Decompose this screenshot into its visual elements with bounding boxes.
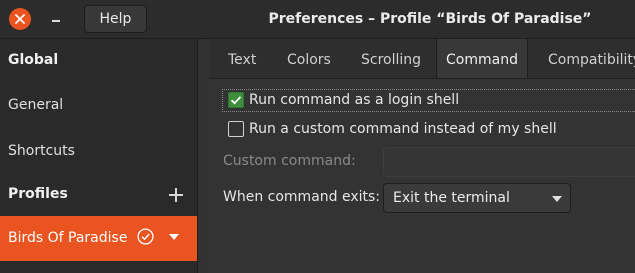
header-bar: Help Preferences – Profile “Birds Of Par… <box>0 0 635 39</box>
tab-command[interactable]: Command <box>436 39 528 78</box>
default-profile-check-icon <box>137 228 154 245</box>
help-button[interactable]: Help <box>84 5 147 33</box>
tab-scrolling[interactable]: Scrolling <box>361 39 421 78</box>
sidebar-item-label: Shortcuts <box>8 143 75 159</box>
global-heading: Global <box>8 52 59 68</box>
profile-label: Birds Of Paradise <box>8 230 128 246</box>
close-icon <box>15 14 25 24</box>
custom-command-checkbox[interactable] <box>228 121 244 137</box>
custom-command-label: Custom command: <box>223 153 356 169</box>
sidebar-heading-profiles: Profiles <box>0 174 197 216</box>
chevron-down-icon <box>552 196 562 202</box>
profile-menu-chevron-down-icon[interactable] <box>169 234 179 240</box>
tab-text[interactable]: Text <box>228 39 256 78</box>
sidebar: Global General Shortcuts Profiles Birds … <box>0 39 197 273</box>
minimize-button[interactable] <box>45 8 67 30</box>
custom-command-input[interactable] <box>383 147 635 177</box>
checkmark-icon <box>230 96 242 105</box>
close-button[interactable] <box>9 8 31 30</box>
tab-compatibility[interactable]: Compatibility <box>548 39 635 78</box>
sidebar-heading-global: Global <box>0 39 197 84</box>
exit-action-select[interactable]: Exit the terminal <box>383 183 571 213</box>
tab-bar: Text Colors Scrolling Command Compatibil… <box>210 39 635 79</box>
exit-action-label: When command exits: <box>223 189 381 205</box>
custom-command-checkbox-label[interactable]: Run a custom command instead of my shell <box>249 121 557 137</box>
exit-action-value: Exit the terminal <box>393 190 510 206</box>
plus-icon[interactable] <box>169 188 183 202</box>
sidebar-item-label: General <box>8 97 64 113</box>
window-title: Preferences – Profile “Birds Of Paradise… <box>268 11 592 27</box>
login-shell-checkbox[interactable] <box>228 92 244 108</box>
sidebar-item-shortcuts[interactable]: Shortcuts <box>0 129 197 174</box>
pane-separator[interactable] <box>197 39 210 273</box>
login-shell-label[interactable]: Run command as a login shell <box>249 92 459 108</box>
sidebar-item-profile[interactable]: Birds Of Paradise <box>0 216 197 261</box>
profiles-heading: Profiles <box>8 186 68 202</box>
minimize-icon <box>52 20 60 22</box>
tab-colors[interactable]: Colors <box>287 39 331 78</box>
sidebar-item-general[interactable]: General <box>0 84 197 129</box>
